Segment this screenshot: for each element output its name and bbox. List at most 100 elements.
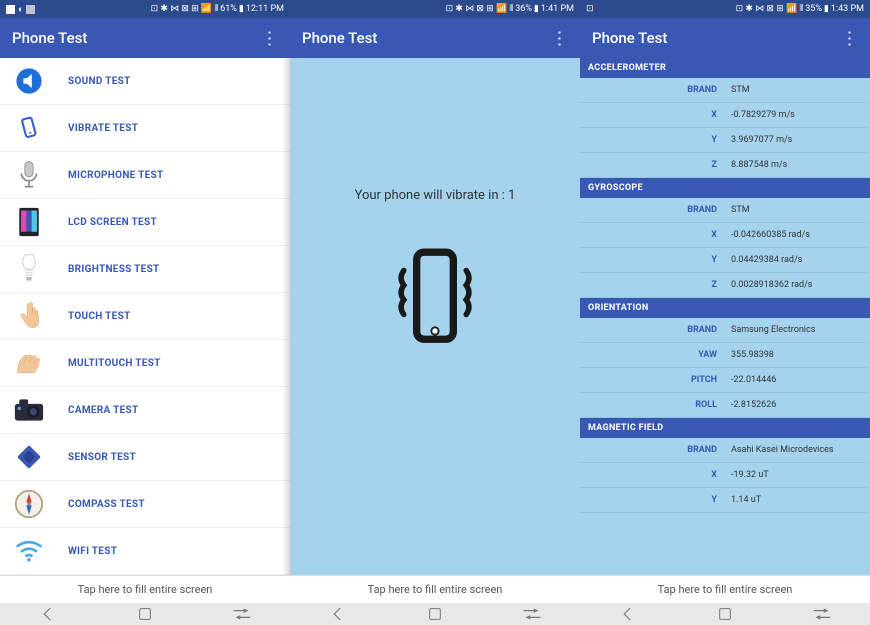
status-icon xyxy=(6,5,15,14)
test-item-compass[interactable]: COMPASS TEST xyxy=(0,481,290,528)
nav-back-icon[interactable] xyxy=(617,603,639,625)
status-icon: ⊡ xyxy=(586,4,594,14)
test-item-bright[interactable]: BRIGHTNESS TEST xyxy=(0,246,290,293)
screen-vibrate: ⊡ ✱ ⋈ ⊠ ⊞ 📶 ⫴ 36% ▮ 1:41 PM Phone Test ⋯… xyxy=(290,0,580,603)
tap-hint-bar[interactable]: Tap here to fill entire screen xyxy=(580,575,870,603)
sensor-value: 1.14 uT xyxy=(725,495,870,505)
sensor-key: X xyxy=(580,230,725,240)
vibrate-phone-icon xyxy=(380,243,490,353)
time-text: 1:43 PM xyxy=(831,4,864,14)
sensor-key: YAW xyxy=(580,350,725,360)
sensor-row: PITCH-22.014446 xyxy=(580,368,870,393)
nav-recent-icon[interactable] xyxy=(811,603,833,625)
test-item-label: BRIGHTNESS TEST xyxy=(68,264,160,275)
vibrate-countdown-text: Your phone will vibrate in : 1 xyxy=(355,188,516,203)
sensor-value: -0.7829279 m/s xyxy=(725,110,870,120)
sensor-section-header: GYROSCOPE xyxy=(580,178,870,198)
sensor-key: Y xyxy=(580,255,725,265)
sensor-row: X-0.7829279 m/s xyxy=(580,103,870,128)
status-icon: ◐ xyxy=(18,4,23,15)
nav-recent-icon[interactable] xyxy=(521,603,543,625)
app-title: Phone Test xyxy=(592,29,667,47)
nav-back-icon[interactable] xyxy=(327,603,349,625)
sensor-row: Y1.14 uT xyxy=(580,488,870,513)
sensor-section-header: ACCELEROMETER xyxy=(580,58,870,78)
vibrate-icon xyxy=(14,113,44,143)
test-item-label: SENSOR TEST xyxy=(68,452,136,463)
compass-icon xyxy=(14,489,44,519)
test-item-touch[interactable]: TOUCH TEST xyxy=(0,293,290,340)
test-item-label: SOUND TEST xyxy=(68,76,131,87)
nav-home-icon[interactable] xyxy=(424,603,446,625)
nav-back-icon[interactable] xyxy=(37,603,59,625)
sensor-icon xyxy=(14,442,44,472)
screen-sensors: ⊡ ⊡ ✱ ⋈ ⊠ ⊞ 📶 ⫴ 35% ▮ 1:43 PM Phone Test… xyxy=(580,0,870,603)
app-bar: Phone Test ⋯ xyxy=(0,18,290,58)
sensor-value: -2.8152626 xyxy=(725,400,870,410)
sensor-row: BRANDSamsung Electronics xyxy=(580,318,870,343)
tap-hint-bar[interactable]: Tap here to fill entire screen xyxy=(290,575,580,603)
sensor-row: X-0.042660385 rad/s xyxy=(580,223,870,248)
sensor-key: BRAND xyxy=(580,445,725,455)
wifi-icon xyxy=(14,536,44,566)
screen-test-list: ◐ ⊡ ✱ ⋈ ⊠ ⊞ 📶 ⫴ 61% ▮ 12:11 PM Phone Tes… xyxy=(0,0,290,603)
nav-home-icon[interactable] xyxy=(134,603,156,625)
sensor-row: BRANDAsahi Kasei Microdevices xyxy=(580,438,870,463)
test-item-wifi[interactable]: WIFI TEST xyxy=(0,528,290,575)
app-bar: Phone Test ⋯ xyxy=(290,18,580,58)
test-item-label: MULTITOUCH TEST xyxy=(68,358,161,369)
sound-icon xyxy=(14,66,44,96)
test-item-multitouch[interactable]: MULTITOUCH TEST xyxy=(0,340,290,387)
test-item-mic[interactable]: MICROPHONE TEST xyxy=(0,152,290,199)
nav-home-icon[interactable] xyxy=(714,603,736,625)
sensor-row: Y0.04429384 rad/s xyxy=(580,248,870,273)
vibrate-panel: Your phone will vibrate in : 1 xyxy=(290,58,580,575)
sensor-key: Y xyxy=(580,495,725,505)
test-item-vibrate[interactable]: VIBRATE TEST xyxy=(0,105,290,152)
battery-text: 61% xyxy=(220,4,237,14)
test-item-label: TOUCH TEST xyxy=(68,311,131,322)
status-icons: ⊡ ✱ ⋈ ⊠ ⊞ 📶 ⫴ xyxy=(151,4,219,14)
test-item-label: MICROPHONE TEST xyxy=(68,170,164,181)
nav-recent-icon[interactable] xyxy=(231,603,253,625)
test-item-sound[interactable]: SOUND TEST xyxy=(0,58,290,105)
sensor-row: Z8.887548 m/s xyxy=(580,153,870,178)
sensor-key: Z xyxy=(580,280,725,290)
sensor-key: Z xyxy=(580,160,725,170)
sensor-key: X xyxy=(580,470,725,480)
test-item-label: LCD SCREEN TEST xyxy=(68,217,157,228)
sensor-section-header: ORIENTATION xyxy=(580,298,870,318)
sensor-value: Samsung Electronics xyxy=(725,325,870,335)
overflow-menu-icon[interactable]: ⋯ xyxy=(259,29,280,47)
sensor-row: BRANDSTM xyxy=(580,78,870,103)
app-title: Phone Test xyxy=(302,29,377,47)
test-item-sensor[interactable]: SENSOR TEST xyxy=(0,434,290,481)
test-list[interactable]: SOUND TEST VIBRATE TEST MICROPHONE TEST LCD… xyxy=(0,58,290,575)
tap-hint-bar[interactable]: Tap here to fill entire screen xyxy=(0,575,290,603)
sensor-value: 0.0028918362 rad/s xyxy=(725,280,870,290)
sensor-key: PITCH xyxy=(580,375,725,385)
overflow-menu-icon[interactable]: ⋯ xyxy=(839,29,860,47)
status-icons: ⊡ ✱ ⋈ ⊠ ⊞ 📶 ⫴ xyxy=(736,4,804,14)
sensor-key: X xyxy=(580,110,725,120)
sensor-value: 8.887548 m/s xyxy=(725,160,870,170)
battery-icon: ▮ xyxy=(534,4,539,14)
multitouch-icon xyxy=(14,348,44,378)
sensor-key: BRAND xyxy=(580,325,725,335)
time-text: 1:41 PM xyxy=(541,4,574,14)
sensor-value: 3.9697077 m/s xyxy=(725,135,870,145)
test-item-lcd[interactable]: LCD SCREEN TEST xyxy=(0,199,290,246)
sensor-value: STM xyxy=(725,205,870,215)
test-item-camera[interactable]: CAMERA TEST xyxy=(0,387,290,434)
time-text: 12:11 PM xyxy=(246,4,284,14)
test-item-label: COMPASS TEST xyxy=(68,499,145,510)
sensor-list[interactable]: ACCELEROMETERBRANDSTMX-0.7829279 m/sY3.9… xyxy=(580,58,870,575)
sensor-value: 0.04429384 rad/s xyxy=(725,255,870,265)
sensor-row: X-19.32 uT xyxy=(580,463,870,488)
sensor-value: STM xyxy=(725,85,870,95)
status-icon xyxy=(26,5,35,14)
bright-icon xyxy=(14,254,44,284)
battery-icon: ▮ xyxy=(824,4,829,14)
sensor-row: Y3.9697077 m/s xyxy=(580,128,870,153)
overflow-menu-icon[interactable]: ⋯ xyxy=(549,29,570,47)
